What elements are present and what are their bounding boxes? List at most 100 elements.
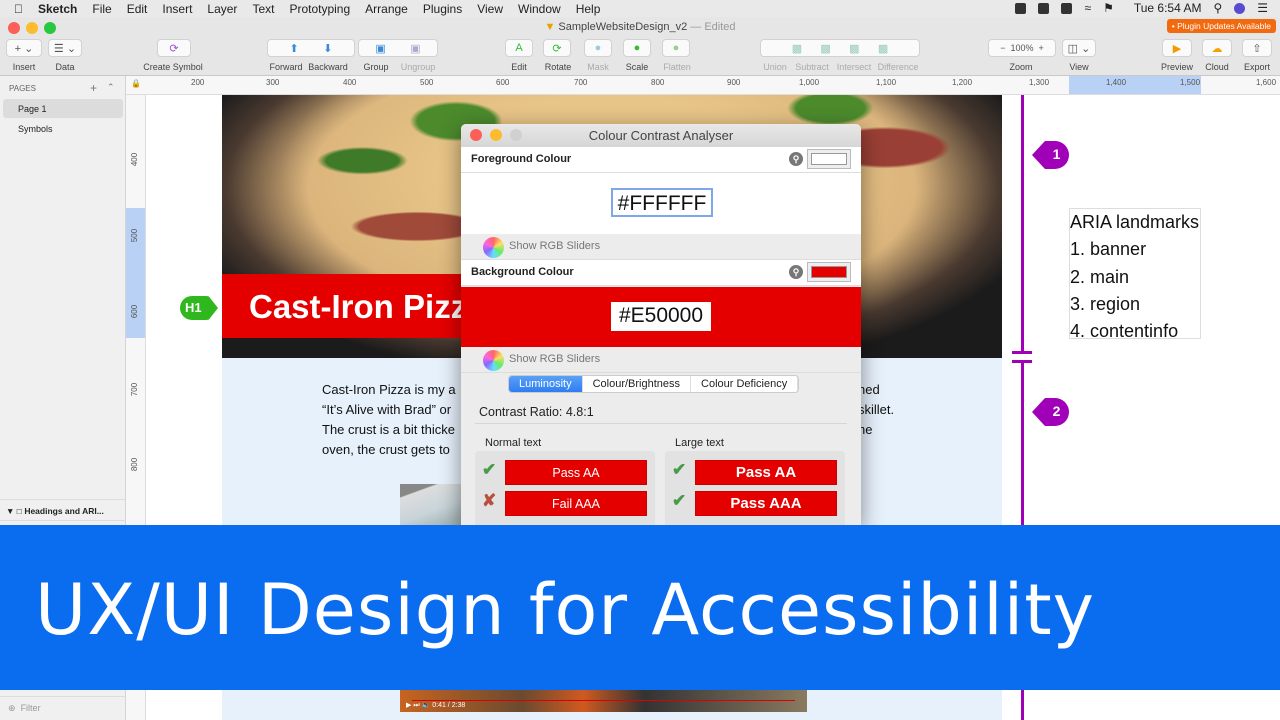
background-swatch[interactable] bbox=[807, 262, 851, 282]
aria-item: 2. main bbox=[1070, 266, 1130, 287]
flag-icon[interactable]: ⚑ bbox=[1103, 1, 1114, 15]
page-item-symbols[interactable]: Symbols bbox=[18, 124, 53, 134]
status-icon[interactable] bbox=[1038, 2, 1050, 14]
flatten-label: Flatten bbox=[663, 62, 691, 72]
page-item-page-1[interactable]: Page 1 bbox=[3, 99, 123, 118]
video-progress-bar[interactable] bbox=[412, 700, 795, 701]
status-icon[interactable] bbox=[1061, 2, 1073, 14]
minimize-dialog-button[interactable] bbox=[490, 129, 502, 141]
window-toolbar: ▼ SampleWebsiteDesign_v2 — Edited • Plug… bbox=[0, 17, 1280, 76]
menu-file[interactable]: File bbox=[92, 2, 111, 16]
menu-text[interactable]: Text bbox=[252, 2, 274, 16]
tab-luminosity[interactable]: Luminosity bbox=[509, 376, 583, 392]
backward-label: Backward bbox=[308, 62, 348, 72]
clock[interactable]: Tue 6:54 AM bbox=[1134, 1, 1202, 15]
create-symbol-label: Create Symbol bbox=[143, 62, 203, 72]
create-symbol-button[interactable]: ⟳ bbox=[157, 39, 191, 57]
menu-layer[interactable]: Layer bbox=[207, 2, 237, 16]
backward-icon[interactable]: ⬇ bbox=[323, 42, 332, 55]
ruler-tick-label: 900 bbox=[727, 78, 741, 87]
normal-aaa-result: Fail AAA bbox=[505, 491, 647, 516]
foreground-rgb-toggle[interactable]: Show RGB Sliders bbox=[461, 234, 861, 260]
forward-label: Forward bbox=[269, 62, 303, 72]
kitchen-photo bbox=[400, 484, 462, 526]
status-icon[interactable] bbox=[1015, 2, 1027, 14]
foreground-hex-input[interactable]: #FFFFFF bbox=[611, 188, 713, 217]
filter-placeholder: Filter bbox=[20, 703, 41, 713]
foreground-swatch[interactable] bbox=[807, 149, 851, 169]
menu-app[interactable]: Sketch bbox=[38, 2, 77, 16]
scale-button[interactable]: ● bbox=[623, 39, 651, 57]
filter-icon: ⊕ bbox=[8, 703, 16, 713]
forward-icon[interactable]: ⬆ bbox=[290, 42, 299, 55]
export-button[interactable]: ⇧ bbox=[1242, 39, 1272, 57]
data-button[interactable]: ☰ ⌄ bbox=[48, 39, 82, 57]
menu-plugins[interactable]: Plugins bbox=[423, 2, 462, 16]
video-player[interactable]: ▶ ⏭ 🔈 0:41 / 2:38 bbox=[400, 690, 807, 712]
spotlight-icon[interactable]: ⚲ bbox=[1213, 1, 1222, 15]
edit-button[interactable]: A bbox=[505, 39, 533, 57]
difference-label: Difference bbox=[877, 62, 919, 72]
apple-menu-icon[interactable]:  bbox=[14, 2, 23, 16]
background-hex-input[interactable]: #E50000 bbox=[611, 302, 711, 331]
menu-view[interactable]: View bbox=[477, 2, 503, 16]
notification-center-icon[interactable]: ☰ bbox=[1257, 1, 1268, 15]
cloud-button[interactable]: ☁ bbox=[1202, 39, 1232, 57]
filter-field[interactable]: ⊕ Filter bbox=[0, 696, 126, 720]
arrange-buttons[interactable]: ⬆ ⬇ bbox=[267, 39, 355, 57]
color-wheel-icon bbox=[483, 350, 504, 371]
zoom-out-button[interactable]: − bbox=[1000, 43, 1005, 53]
group-icon[interactable]: ▣ bbox=[375, 42, 385, 55]
intersect-label: Intersect bbox=[836, 62, 872, 72]
contrast-ratio: Contrast Ratio: 4.8:1 bbox=[479, 405, 594, 419]
eyedropper-icon[interactable]: ⚲ bbox=[789, 152, 803, 166]
insert-button[interactable]: + ⌄ bbox=[6, 39, 42, 57]
menu-edit[interactable]: Edit bbox=[127, 2, 148, 16]
dialog-titlebar[interactable]: Colour Contrast Analyser bbox=[461, 124, 861, 147]
zoom-in-button[interactable]: + bbox=[1039, 43, 1044, 53]
close-dialog-button[interactable] bbox=[470, 129, 482, 141]
eyedropper-icon[interactable]: ⚲ bbox=[789, 265, 803, 279]
background-rgb-toggle[interactable]: Show RGB Sliders bbox=[461, 347, 861, 373]
landmark-break-tick bbox=[1012, 360, 1032, 363]
subtract-label: Subtract bbox=[795, 62, 829, 72]
check-icon: ✔ bbox=[672, 460, 687, 479]
add-page-button[interactable]: + bbox=[90, 81, 97, 95]
collapse-pages-icon[interactable]: ⌃ bbox=[107, 82, 115, 93]
cloud-label: Cloud bbox=[1205, 62, 1229, 72]
horizontal-ruler[interactable]: 🔒 200 300 400 500 600 700 800 900 1,000 1,100 1,20… bbox=[126, 76, 1280, 95]
tab-colour-deficiency[interactable]: Colour Deficiency bbox=[691, 376, 799, 392]
siri-icon[interactable] bbox=[1234, 2, 1246, 14]
disclosure-triangle-icon[interactable]: ▼ bbox=[6, 506, 14, 516]
aria-item: 3. region bbox=[1070, 293, 1141, 314]
zoom-control[interactable]: − 100% + bbox=[988, 39, 1056, 57]
body-text-line-end: ned bbox=[858, 382, 880, 397]
body-text-line: Cast-Iron Pizza is my a bbox=[322, 382, 456, 397]
ruler-tick-label: 700 bbox=[130, 382, 140, 397]
menu-arrange[interactable]: Arrange bbox=[365, 2, 408, 16]
video-controls[interactable]: ▶ ⏭ 🔈 0:41 / 2:38 bbox=[406, 701, 465, 710]
group-buttons[interactable]: ▣ ▣ bbox=[358, 39, 438, 57]
tab-colour-brightness[interactable]: Colour/Brightness bbox=[583, 376, 692, 392]
large-aaa-result: Pass AAA bbox=[695, 491, 837, 516]
plugin-updates-badge[interactable]: • Plugin Updates Available bbox=[1166, 19, 1276, 33]
rotate-button[interactable]: ⟳ bbox=[543, 39, 571, 57]
ruler-tick-label: 400 bbox=[343, 78, 357, 87]
analysis-tabs: Luminosity Colour/Brightness Colour Defi… bbox=[508, 375, 800, 393]
ruler-tick-label: 300 bbox=[266, 78, 280, 87]
layer-artboard-item[interactable]: ▼ □ Headings and ARI... bbox=[0, 499, 126, 521]
aria-landmarks-textbox[interactable]: ARIA landmarks 1. banner 2. main 3. regi… bbox=[1069, 208, 1201, 341]
document-name: SampleWebsiteDesign_v2 bbox=[558, 21, 688, 33]
artboard-icon: □ bbox=[16, 506, 22, 516]
ruler-tick-label: 600 bbox=[496, 78, 510, 87]
menu-prototyping[interactable]: Prototyping bbox=[289, 2, 350, 16]
wifi-icon[interactable]: ≈ bbox=[1084, 1, 1091, 15]
preview-button[interactable]: ▶ bbox=[1162, 39, 1192, 57]
export-label: Export bbox=[1243, 62, 1271, 72]
view-button[interactable]: ◫ ⌄ bbox=[1062, 39, 1096, 57]
menu-help[interactable]: Help bbox=[576, 2, 601, 16]
hero-heading[interactable]: Cast-Iron Pizza bbox=[222, 274, 472, 338]
ruler-lock-icon[interactable]: 🔒 bbox=[131, 79, 141, 88]
menu-window[interactable]: Window bbox=[518, 2, 561, 16]
menu-insert[interactable]: Insert bbox=[162, 2, 192, 16]
